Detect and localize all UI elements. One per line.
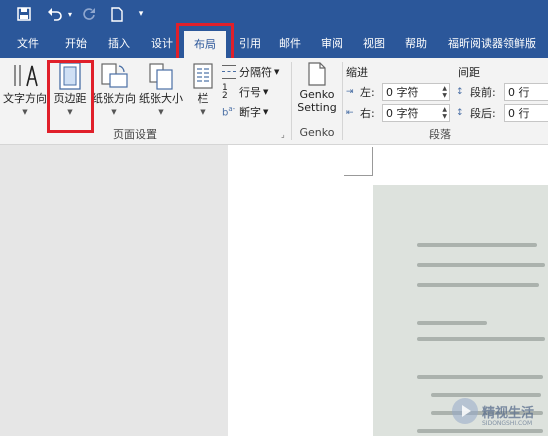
separator — [342, 62, 343, 140]
text-direction-label: 文字方向 — [3, 92, 47, 105]
text-line — [417, 243, 537, 247]
hyphenation-button[interactable]: ba- 断字 ▼ — [222, 104, 268, 120]
breaks-label: 分隔符 — [239, 66, 272, 79]
line-numbers-label: 行号 — [239, 86, 261, 99]
text-line — [417, 375, 543, 379]
tab-home[interactable]: 开始 — [56, 29, 96, 58]
indent-right-label: ⇤ 右: — [346, 107, 375, 120]
tab-file[interactable]: 文件 — [8, 29, 48, 58]
spacing-after-input[interactable]: 0 行 — [504, 104, 548, 122]
hyphenation-label: 断字 — [239, 106, 261, 119]
indent-header: 缩进 — [346, 66, 368, 79]
text-direction-button[interactable]: 文字方向 ▼ — [2, 62, 48, 116]
margins-highlight — [47, 60, 94, 133]
title-bar: ▾ ▾ — [0, 0, 548, 29]
genko-label-2: Setting — [297, 101, 337, 114]
genko-group-label: Genko — [299, 126, 335, 139]
spacing-before-input[interactable]: 0 行 — [504, 83, 548, 101]
text-line — [431, 393, 541, 397]
page-setup-group-label: 页面设置 — [113, 128, 157, 141]
line-numbers-button[interactable]: 12 行号 ▼ — [222, 83, 269, 101]
spinner-icon[interactable]: ▲ ▼ — [442, 106, 447, 120]
chevron-down-icon: ▼ — [22, 108, 28, 116]
paragraph-group-label: 段落 — [429, 128, 451, 141]
text-line — [417, 283, 539, 287]
tab-view[interactable]: 视图 — [354, 29, 394, 58]
spacing-after-label: ↕ 段后: — [456, 107, 496, 120]
watermark-text: 精视生活 — [482, 405, 535, 421]
orientation-label: 纸张方向 — [92, 92, 136, 105]
genko-document-icon — [307, 62, 327, 88]
spacing-header: 间距 — [458, 66, 480, 79]
document-page[interactable] — [228, 145, 548, 436]
play-icon — [452, 398, 478, 424]
text-direction-icon — [10, 62, 40, 90]
tab-references[interactable]: 引用 — [230, 29, 270, 58]
spacing-after-icon: ↕ — [456, 108, 464, 118]
paper-size-icon — [146, 62, 176, 90]
save-icon[interactable] — [14, 5, 34, 23]
tab-mailings[interactable]: 邮件 — [272, 29, 308, 58]
genko-setting-button[interactable]: Genko Setting — [294, 62, 340, 114]
text-line — [417, 321, 487, 325]
watermark-subtext: SIDONGSHI.COM — [482, 420, 533, 427]
tab-review[interactable]: 审阅 — [312, 29, 352, 58]
indent-left-input[interactable]: 0 字符 ▲ ▼ — [382, 83, 450, 101]
hyphenation-icon: ba- — [222, 105, 236, 119]
undo-icon[interactable] — [44, 5, 66, 23]
text-line — [417, 429, 543, 433]
orientation-button[interactable]: 纸张方向 ▼ — [92, 62, 136, 116]
text-line — [417, 337, 545, 341]
spacing-before-label: ↕ 段前: — [456, 86, 496, 99]
indent-right-input[interactable]: 0 字符 ▲ ▼ — [382, 104, 450, 122]
text-line — [417, 263, 545, 267]
breaks-icon — [222, 65, 236, 79]
customize-toolbar-icon[interactable]: ▾ — [136, 5, 146, 23]
chevron-down-icon: ▼ — [263, 88, 269, 96]
tab-foxit-reader[interactable]: 福昕阅读器领鲜版 — [440, 29, 544, 58]
breaks-button[interactable]: 分隔符 ▼ — [222, 64, 279, 80]
ribbon-layout: 文字方向 ▼ 页边距 ▼ 纸张方向 ▼ 纸张大小 ▼ 栏 ▼ 分隔符 ▼ 1 2… — [0, 58, 548, 145]
tab-help[interactable]: 帮助 — [396, 29, 436, 58]
size-label: 纸张大小 — [139, 92, 183, 105]
redo-icon[interactable] — [80, 5, 98, 23]
columns-button[interactable]: 栏 ▼ — [188, 62, 218, 116]
indent-left-label: ⇥ 左: — [346, 86, 375, 99]
tab-insert[interactable]: 插入 — [98, 29, 140, 58]
columns-label: 栏 — [197, 92, 209, 105]
new-document-icon[interactable] — [108, 5, 126, 23]
orientation-icon — [99, 62, 129, 90]
chevron-down-icon: ▼ — [263, 108, 269, 116]
watermark-logo: 精视生活 SIDONGSHI.COM — [452, 398, 535, 427]
margin-corner-mark — [344, 147, 373, 176]
indent-right-icon: ⇤ — [346, 108, 354, 118]
line-numbers-icon: 12 — [222, 83, 228, 101]
columns-icon — [192, 62, 214, 90]
ribbon-tab-bar: 文件 开始 插入 设计 布局 引用 邮件 审阅 视图 帮助 福昕阅读器领鲜版 — [0, 29, 548, 58]
genko-label-1: Genko — [299, 88, 335, 101]
chevron-down-icon: ▼ — [158, 108, 164, 116]
dialog-launcher-icon[interactable]: ⌟ — [281, 130, 285, 139]
chevron-down-icon: ▼ — [111, 108, 117, 116]
document-workspace — [0, 145, 548, 436]
separator — [291, 62, 292, 140]
chevron-down-icon: ▼ — [200, 108, 206, 116]
spinner-icon[interactable]: ▲ ▼ — [442, 85, 447, 99]
layout-tab-highlight — [176, 23, 234, 62]
chevron-down-icon: ▼ — [274, 68, 280, 76]
undo-dropdown-icon[interactable]: ▾ — [66, 5, 74, 23]
size-button[interactable]: 纸张大小 ▼ — [138, 62, 184, 116]
indent-left-icon: ⇥ — [346, 87, 354, 97]
spacing-before-icon: ↕ — [456, 87, 464, 97]
